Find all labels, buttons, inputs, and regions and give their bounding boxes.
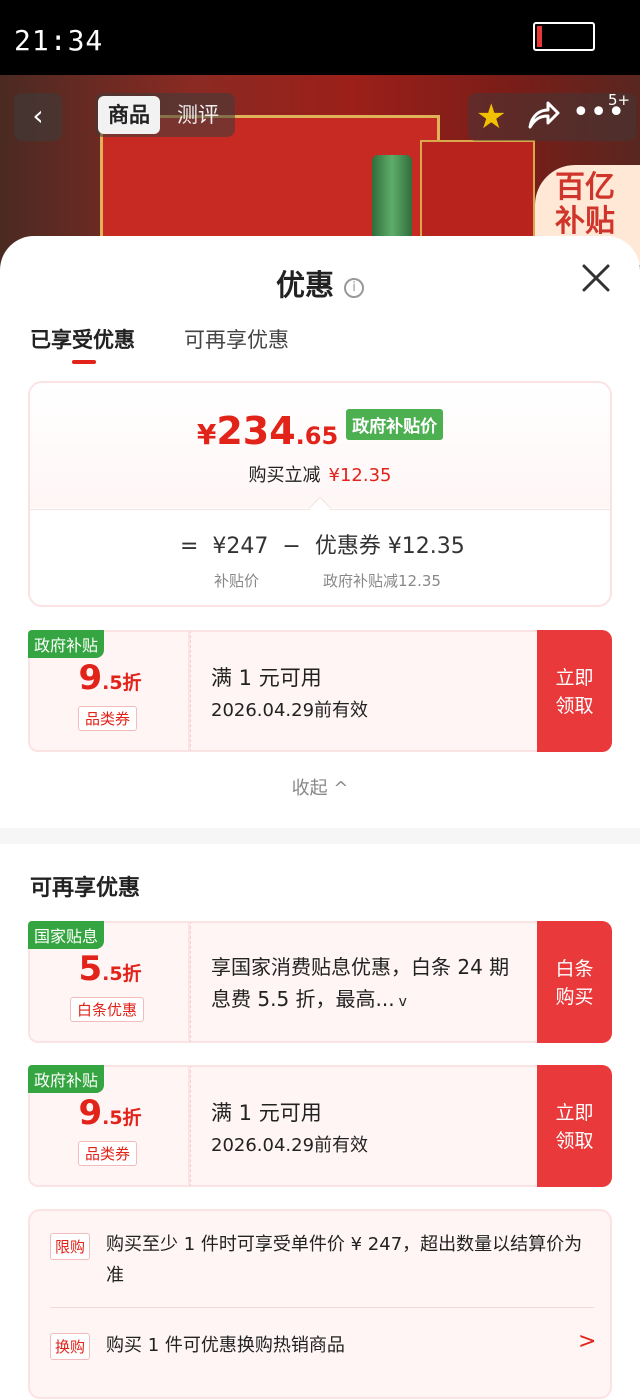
info-icon[interactable]: i <box>344 278 364 298</box>
tab-review[interactable]: 测评 <box>167 96 229 134</box>
info-divider <box>50 1307 594 1308</box>
coupon-category-tag: 白条优惠 <box>70 997 145 1022</box>
claim-coupon-button[interactable]: 立即 领取 <box>537 630 612 752</box>
baitiao-buy-button[interactable]: 白条 购买 <box>537 921 612 1043</box>
price-currency: ¥ <box>196 418 217 451</box>
coupon-details: 满 1 元可用 2026.04.29前有效 <box>190 630 537 752</box>
coupon-card-enjoyed: 9.5折 品类券 政府补贴 满 1 元可用 2026.04.29前有效 立即 领… <box>28 630 612 752</box>
reduce-label: 购买立减 <box>248 465 321 486</box>
coupon-details[interactable]: 享国家消费贴息优惠，白条 24 期息费 5.5 折，最高... v <box>190 921 537 1043</box>
section-divider <box>0 828 640 844</box>
coupon-discount: 9.5折 <box>30 1093 190 1133</box>
coupon-discount-area: 9.5折 品类券 政府补贴 <box>28 1065 190 1187</box>
sheet-title-text: 优惠 <box>275 268 334 302</box>
coupon-condition: 满 1 元可用 <box>211 666 322 690</box>
coupon-corner-tag: 政府补贴 <box>28 630 105 658</box>
discount-value: 9 <box>78 658 103 698</box>
share-icon[interactable] <box>526 99 560 135</box>
discount-unit: .5折 <box>102 672 142 694</box>
battery-level <box>537 26 542 47</box>
claim-coupon-button[interactable]: 立即 领取 <box>537 1065 612 1187</box>
price-integer: 234 <box>216 409 296 453</box>
price-equation: = ¥247 − 优惠券 ¥12.35 <box>180 534 465 559</box>
subsidy-badge-label: 百亿 补贴 <box>555 170 615 239</box>
limit-text: 购买至少 1 件时可享受单件价 ¥ 247，超出数量以结算价为准 <box>106 1234 583 1286</box>
status-time: 21:34 <box>14 24 104 57</box>
baitiao-buy-label: 白条 购买 <box>555 958 594 1008</box>
favorite-star-icon[interactable]: ★ <box>476 97 506 137</box>
coupon-corner-tag: 政府补贴 <box>28 1065 105 1093</box>
coupon-category-tag: 品类券 <box>78 1141 138 1166</box>
discount-value: 9 <box>78 1093 103 1133</box>
more-badge: 5+ <box>608 91 631 109</box>
limit-tag: 限购 <box>50 1233 91 1260</box>
coupon-description: 享国家消费贴息优惠，白条 24 期息费 5.5 折，最高... v <box>211 951 511 1018</box>
product-tabs: 商品 测评 <box>95 93 235 137</box>
discount-unit: .5折 <box>102 963 142 985</box>
collapse-button[interactable]: 收起 ^ <box>0 774 640 800</box>
status-bar: 21:34 <box>0 0 640 75</box>
close-icon[interactable] <box>578 260 614 296</box>
coupon-discount-area: 9.5折 品类券 政府补贴 <box>28 630 190 752</box>
price-summary-card: ¥234.65 政府补贴价 购买立减 ¥12.35 = ¥247 − 优惠券 ¥12… <box>28 381 612 607</box>
coupon-corner-tag: 国家贴息 <box>28 921 105 949</box>
chevron-left-icon: ‹ <box>32 99 44 132</box>
coupon-expiry: 2026.04.29前有效 <box>211 700 369 721</box>
claim-coupon-label: 立即 领取 <box>555 1102 594 1152</box>
price-summary-top: ¥234.65 政府补贴价 购买立减 ¥12.35 <box>30 383 610 508</box>
battery-icon <box>533 22 595 51</box>
coupon-card-gov: 9.5折 品类券 政府补贴 满 1 元可用 2026.04.29前有效 立即 领… <box>28 1065 612 1187</box>
swap-tag: 换购 <box>50 1333 91 1360</box>
gov-subsidy-price-tag: 政府补贴价 <box>346 409 444 440</box>
final-price: ¥234.65 政府补贴价 <box>30 409 610 453</box>
chevron-right-icon[interactable]: > <box>578 1329 596 1354</box>
discount-tabs: 已享受优惠 可再享优惠 <box>30 324 430 364</box>
sheet-title: 优惠 i <box>0 262 640 304</box>
tab-product[interactable]: 商品 <box>98 96 160 134</box>
coupon-discount: 5.5折 <box>30 949 190 989</box>
discount-unit: .5折 <box>102 1107 142 1129</box>
price-breakdown: = ¥247 − 优惠券 ¥12.35 补贴价 政府补贴减12.35 <box>30 509 610 605</box>
coupon-condition: 满 1 元可用 <box>211 1101 322 1125</box>
discount-sheet: 优惠 i 已享受优惠 可再享优惠 ¥234.65 政府补贴价 购买立减 ¥12.35 … <box>0 236 640 1400</box>
chevron-down-icon[interactable]: v <box>399 994 407 1010</box>
coupon-category-tag: 品类券 <box>78 706 138 731</box>
coupon-discount: 9.5折 <box>30 658 190 698</box>
discount-value: 5 <box>78 949 103 989</box>
price-decimal: .65 <box>295 422 339 450</box>
coupon-discount-area: 5.5折 白条优惠 国家贴息 <box>28 921 190 1043</box>
coupon-expiry: 2026.04.29前有效 <box>211 1135 369 1156</box>
coupon-description-text: 享国家消费贴息优惠，白条 24 期息费 5.5 折，最高... <box>211 955 510 1011</box>
gov-subsidy-reduce-label: 政府补贴减12.35 <box>323 572 441 590</box>
subsidy-price-label: 补贴价 <box>214 572 260 590</box>
reduce-line: 购买立减 ¥12.35 <box>30 461 610 487</box>
coupon-details: 满 1 元可用 2026.04.29前有效 <box>190 1065 537 1187</box>
coupon-card-interest: 5.5折 白条优惠 国家贴息 享国家消费贴息优惠，白条 24 期息费 5.5 折… <box>28 921 612 1043</box>
tab-enjoyed[interactable]: 已享受优惠 <box>30 324 135 354</box>
header-actions: ★ ••• 5+ <box>468 91 636 141</box>
tab-active-indicator <box>72 360 96 364</box>
more-discounts-title: 可再享优惠 <box>30 876 141 901</box>
back-button[interactable]: ‹ <box>14 93 62 141</box>
reduce-amount: ¥12.35 <box>328 465 392 486</box>
swap-text[interactable]: 购买 1 件可优惠换购热销商品 <box>106 1331 345 1357</box>
tab-more-discounts[interactable]: 可再享优惠 <box>184 324 289 354</box>
purchase-info-card: 限购 购买至少 1 件时可享受单件价 ¥ 247，超出数量以结算价为准 换购 购… <box>28 1209 612 1399</box>
claim-coupon-label: 立即 领取 <box>555 667 594 717</box>
